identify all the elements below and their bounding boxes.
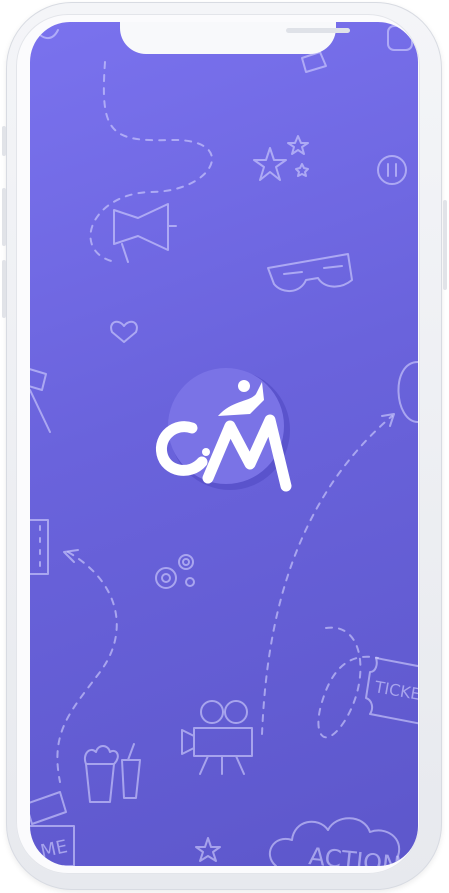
audio-circles-icon: [155, 554, 195, 589]
star-icon-tiny: [295, 163, 309, 177]
film-strip-icon: [30, 519, 49, 575]
device-mockup: TICKE AME ACTION: [0, 0, 449, 893]
megaphone-icon: [113, 203, 177, 263]
play-button-icon: [397, 361, 418, 423]
action-label: ACTION: [307, 842, 401, 866]
clapper-left-icon: [30, 368, 51, 433]
clapperboard-bottom-icon: AME: [30, 791, 75, 866]
dashed-trail-top: [89, 61, 213, 263]
3d-glasses-icon: [267, 253, 353, 292]
splash-screen: TICKE AME ACTION: [30, 22, 418, 866]
top-left-partial-icon: [33, 27, 59, 39]
ticket-icon: TICKE: [365, 657, 418, 725]
arrow-head-left: [63, 549, 79, 563]
top-right-partial-icon: [387, 25, 413, 51]
earpiece-speaker: [286, 28, 350, 33]
heart-icon: [110, 320, 138, 343]
logo-text: CM: [146, 362, 171, 366]
video-camera-icon: [181, 700, 253, 775]
logo-figure-head: [238, 380, 250, 392]
action-cloud-icon: ACTION: [269, 817, 401, 866]
popcorn-icon: [84, 743, 141, 803]
phone-notch: [120, 22, 350, 54]
side-button-volume-down: [2, 260, 6, 318]
star-icon-small: [287, 135, 309, 155]
clapper-top-icon: [301, 51, 327, 73]
side-button-mute: [2, 126, 6, 156]
ticket-label: TICKE: [372, 677, 418, 704]
app-logo: CM: [146, 362, 292, 492]
star-icon-large: [253, 147, 287, 181]
side-button-volume-up: [2, 188, 6, 246]
star-icon-bottom: [195, 837, 221, 862]
coin-icon: [377, 155, 407, 185]
clapperboard-label: AME: [30, 836, 69, 865]
side-button-power: [443, 200, 447, 290]
logo-dot: [202, 448, 210, 456]
